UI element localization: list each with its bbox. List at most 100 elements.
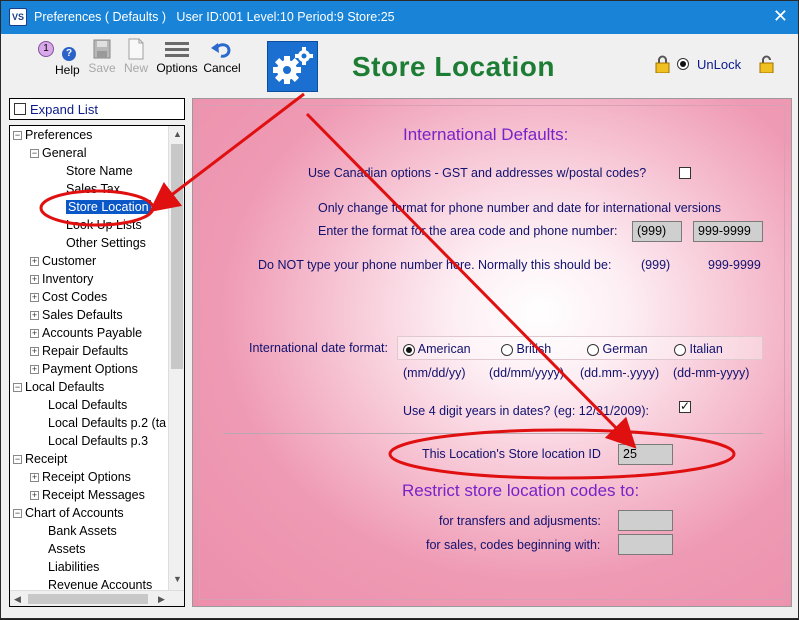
sales-codes-label: for sales, codes beginning with: (426, 538, 601, 552)
collapse-minus-icon[interactable]: − (13, 509, 22, 519)
tree-item[interactable]: + Customer (30, 254, 96, 272)
tree-item[interactable]: + Payment Options (30, 362, 138, 380)
tree-item[interactable]: + Accounts Payable (30, 326, 142, 344)
date-italian-radio[interactable] (674, 343, 686, 356)
date-german-radio[interactable] (587, 343, 599, 356)
tree-item-label: Receipt Options (42, 470, 131, 484)
expand-list-box[interactable] (14, 103, 26, 115)
tree-item[interactable]: Local Defaults (30, 398, 127, 416)
date-italian-label: Italian (689, 342, 723, 356)
tree-item-label: Accounts Payable (42, 326, 143, 340)
date-american-option[interactable]: American (403, 342, 471, 356)
new-label: New (123, 61, 148, 75)
tree-item[interactable]: − General (30, 146, 86, 164)
date-format-label: International date format: (249, 341, 388, 355)
tree-item-label: Receipt (25, 452, 68, 466)
tree-scroll-thumb[interactable] (171, 144, 183, 369)
lock-radio[interactable] (677, 58, 689, 70)
tree-item[interactable]: + Cost Codes (30, 290, 107, 308)
tree-item-label: Assets (48, 542, 86, 556)
lock-icon[interactable] (655, 55, 670, 73)
help-icon[interactable]: ? (62, 47, 76, 61)
store-location-id-label: This Location's Store location ID (422, 447, 601, 461)
date-british-label: British (516, 342, 552, 356)
date-italian-option[interactable]: Italian (674, 342, 723, 356)
expand-plus-icon[interactable]: + (30, 329, 39, 339)
tree-item[interactable]: Liabilities (30, 560, 99, 578)
tree-item[interactable]: Bank Assets (30, 524, 117, 542)
cancel-button[interactable]: Cancel (201, 38, 243, 75)
phone-format-note: Only change format for phone number and … (318, 201, 722, 215)
expand-list-checkbox[interactable]: Expand List (9, 98, 185, 120)
tree-item[interactable]: Local Defaults p.3 (30, 434, 148, 452)
unlock-icon[interactable] (759, 55, 774, 73)
expand-plus-icon[interactable]: + (30, 491, 39, 501)
transfers-code-input[interactable] (618, 510, 673, 531)
date-german-option[interactable]: German (587, 342, 648, 356)
page-title: Store Location (352, 51, 556, 82)
date-british-radio[interactable] (501, 343, 513, 356)
area-code-format-input[interactable]: (999) (632, 221, 682, 242)
scroll-up-icon[interactable]: ▲ (173, 129, 182, 139)
tree-item[interactable]: Sales Tax (48, 182, 120, 200)
expand-plus-icon[interactable]: + (30, 473, 39, 483)
canadian-options-checkbox[interactable] (679, 167, 691, 179)
tree-item[interactable]: + Receipt Options (30, 470, 131, 488)
date-format-radio-group: American British German Italian (397, 336, 763, 360)
date-british-option[interactable]: British (501, 342, 551, 356)
expand-plus-icon[interactable]: + (30, 257, 39, 267)
date-format-german-example: (dd.mm-.yyyy) (580, 366, 660, 380)
expand-plus-icon[interactable]: + (30, 293, 39, 303)
tree-item[interactable]: Look Up Lists (48, 218, 142, 236)
tree-vertical-scrollbar[interactable]: ▲ ▼ (168, 126, 184, 590)
tree-item[interactable]: + Sales Defaults (30, 308, 123, 326)
new-button[interactable]: New (121, 38, 151, 75)
tree-item[interactable]: + Inventory (30, 272, 93, 290)
tree-item[interactable]: + Receipt Messages (30, 488, 145, 506)
unlock-label[interactable]: UnLock (697, 57, 741, 72)
phone-format-input[interactable]: 999-9999 (693, 221, 763, 242)
expand-plus-icon[interactable]: + (30, 347, 39, 357)
scroll-right-icon[interactable]: ▶ (158, 594, 165, 605)
tree-hscroll-thumb[interactable] (28, 594, 148, 604)
tree-item[interactable]: − Local Defaults (13, 380, 104, 398)
tree-item[interactable]: − Chart of Accounts (13, 506, 124, 524)
tree-item-store-location[interactable]: Store Location (48, 200, 151, 218)
collapse-minus-icon[interactable]: − (30, 149, 39, 159)
tree-item[interactable]: − Receipt (13, 452, 67, 470)
options-button[interactable]: Options (153, 38, 201, 75)
save-button[interactable]: Save (88, 38, 116, 75)
close-button[interactable]: ✕ (773, 6, 788, 26)
expand-plus-icon[interactable]: + (30, 275, 39, 285)
store-location-id-input[interactable]: 25 (618, 444, 673, 465)
scroll-left-icon[interactable]: ◀ (14, 594, 21, 605)
example-area-code: (999) (641, 258, 671, 272)
collapse-minus-icon[interactable]: − (13, 455, 22, 465)
sales-codes-input[interactable] (618, 534, 673, 555)
tree-horizontal-scrollbar[interactable]: ◀ ▶ (10, 590, 184, 606)
tree-item-label: Inventory (42, 272, 94, 286)
expand-plus-icon[interactable]: + (30, 365, 39, 375)
scroll-down-icon[interactable]: ▼ (173, 574, 182, 584)
phone-format-label: Enter the format for the area code and p… (318, 224, 618, 238)
help-button[interactable]: Help (55, 63, 80, 77)
four-digit-year-checkbox[interactable] (679, 399, 691, 413)
date-american-radio[interactable] (403, 343, 415, 356)
tree-item[interactable]: − Preferences (13, 128, 92, 146)
window-title: Preferences ( Defaults ) User ID:001 Lev… (34, 10, 395, 24)
collapse-minus-icon[interactable]: − (13, 131, 22, 141)
tree-item[interactable]: Assets (30, 542, 86, 560)
preferences-tree[interactable]: − Preferences − General Store Name Sales Tax S… (9, 125, 185, 607)
example-phone: 999-9999 (708, 258, 761, 272)
tree-item[interactable]: Store Name (48, 164, 133, 182)
collapse-minus-icon[interactable]: − (13, 383, 22, 393)
tree-item[interactable]: + Repair Defaults (30, 344, 128, 362)
phone-warning-text: Do NOT type your phone number here. Norm… (258, 258, 612, 272)
tree-item-label: Local Defaults (25, 380, 105, 394)
tree-item[interactable]: Local Defaults p.2 (ta (30, 416, 166, 434)
help-badge-icon: 1 (38, 41, 54, 57)
expand-plus-icon[interactable]: + (30, 311, 39, 321)
options-menu-icon (165, 42, 189, 57)
tree-item-label: Sales Tax (66, 182, 120, 196)
tree-item[interactable]: Other Settings (48, 236, 146, 254)
